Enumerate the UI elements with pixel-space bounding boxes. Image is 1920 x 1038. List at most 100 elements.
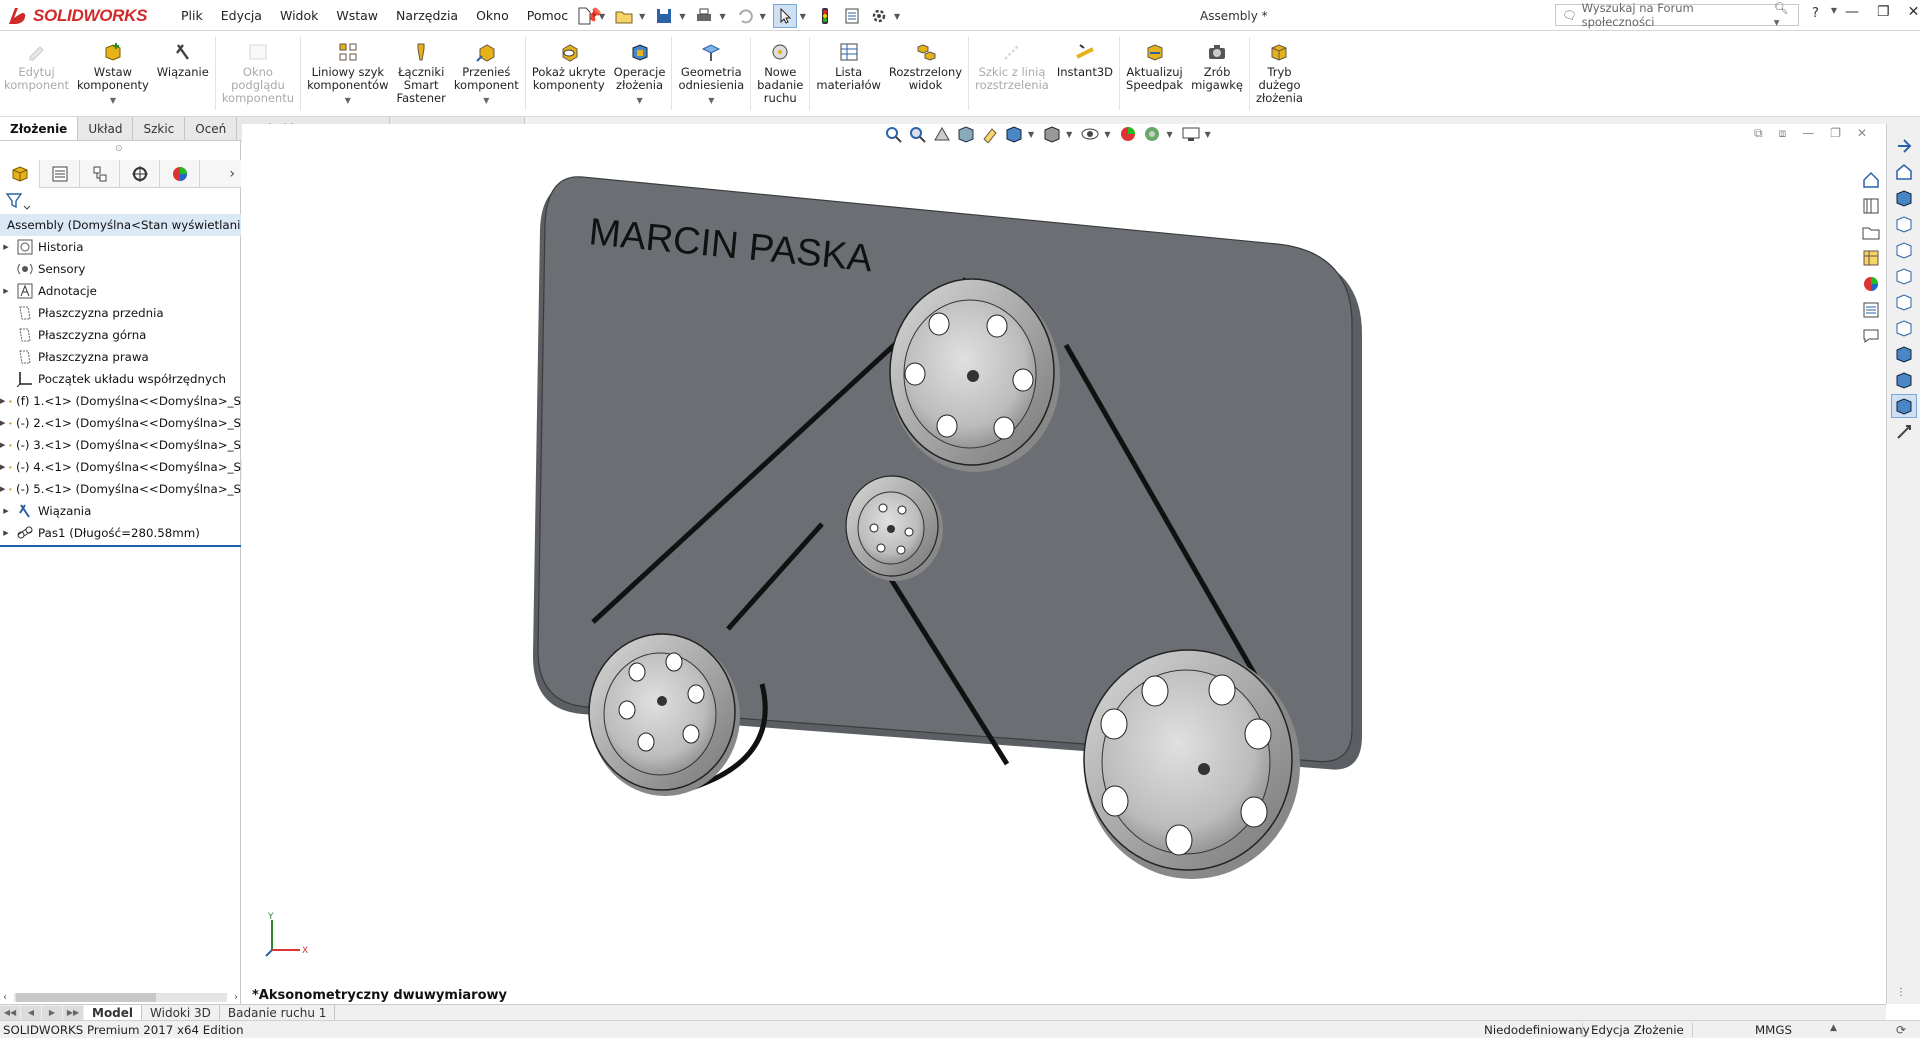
viewport-close-icon[interactable]: ✕: [1857, 126, 1867, 141]
scroll-right-icon[interactable]: ›: [234, 992, 238, 1003]
filter-icon[interactable]: [4, 191, 32, 211]
menu-widok[interactable]: Widok: [271, 8, 327, 23]
view-front-icon[interactable]: [1891, 212, 1917, 236]
edit-appearance-icon[interactable]: [1118, 125, 1138, 143]
expand-arrow-icon[interactable]: ▶: [0, 507, 12, 515]
chevron-down-icon[interactable]: ▼: [483, 94, 489, 107]
reference-triad[interactable]: Y X: [262, 910, 312, 960]
menu-wstaw[interactable]: Wstaw: [327, 8, 387, 23]
tree-item[interactable]: Płaszczyzna prawa: [0, 346, 241, 368]
rebuild-icon[interactable]: [813, 4, 837, 28]
tree-root-assembly[interactable]: Assembly (Domyślna<Stan wyświetlania-1>): [0, 214, 241, 236]
last-tab-icon[interactable]: ▶▶: [63, 1005, 83, 1020]
tree-item[interactable]: ▶ (-) 4.<1> (Domyślna<<Domyślna>_S: [0, 456, 241, 478]
tab-złożenie[interactable]: Złożenie: [0, 117, 79, 140]
task-pane-arrow-icon[interactable]: [1891, 134, 1917, 158]
tree-item[interactable]: Płaszczyzna górna: [0, 324, 241, 346]
file-properties-icon[interactable]: [840, 4, 864, 28]
custom-properties-icon[interactable]: [1858, 298, 1884, 322]
chevron-down-icon[interactable]: ▼: [636, 94, 642, 107]
ribbon-button-edit-component[interactable]: Edytuj komponent: [0, 31, 73, 117]
viewport-restore-icon[interactable]: ⧉: [1754, 126, 1763, 141]
view-right-icon[interactable]: [1891, 238, 1917, 262]
assembly-model-view[interactable]: MARCIN PASKA: [242, 124, 1886, 1004]
status-units[interactable]: MMGS: [1692, 1023, 1792, 1037]
help-menu[interactable]: ? ▼: [1812, 6, 1841, 21]
rollback-bar[interactable]: [0, 545, 241, 547]
tab-szkic[interactable]: Szkic: [133, 117, 186, 140]
ribbon-button-show-hidden[interactable]: Pokaż ukryte komponenty: [528, 31, 610, 117]
display-manager-tab-icon[interactable]: [160, 159, 200, 188]
dynamic-annotation-icon[interactable]: [980, 125, 1000, 143]
chevron-down-icon[interactable]: ▼: [345, 94, 351, 107]
expand-arrow-icon[interactable]: ▶: [0, 441, 5, 449]
bottom-tab-badanie-ruchu-1[interactable]: Badanie ruchu 1: [220, 1004, 336, 1021]
view-left-icon[interactable]: [1891, 264, 1917, 288]
solidworks-resources-icon[interactable]: [1891, 160, 1917, 184]
expand-arrow-icon[interactable]: ▶: [0, 397, 5, 405]
previous-view-icon[interactable]: [932, 125, 952, 143]
next-tab-icon[interactable]: ▶: [42, 1005, 62, 1020]
ribbon-button-bom[interactable]: Lista materiałów: [812, 31, 885, 117]
save-icon[interactable]: [652, 4, 676, 28]
help-icon[interactable]: ?: [1812, 6, 1819, 21]
ribbon-button-explode-line[interactable]: Szkic z linią rozstrzelenia: [971, 31, 1053, 117]
chevron-down-icon[interactable]: ▼: [110, 94, 116, 107]
view-isometric-icon[interactable]: [1891, 342, 1917, 366]
menu-okno[interactable]: Okno: [467, 8, 518, 23]
prev-tab-icon[interactable]: ◀: [21, 1005, 41, 1020]
expand-arrow-icon[interactable]: ▶: [0, 529, 12, 537]
zoom-to-area-icon[interactable]: [908, 125, 928, 143]
expand-arrow-icon[interactable]: ▶: [0, 485, 5, 493]
expand-arrow-icon[interactable]: ▶: [0, 463, 5, 471]
tab-oceń[interactable]: Oceń: [185, 117, 238, 140]
ribbon-button-large-assembly[interactable]: Tryb dużego złożenia: [1252, 31, 1307, 117]
dimxpert-tab-icon[interactable]: [120, 159, 160, 188]
tree-item[interactable]: ▶ (-) 5.<1> (Domyślna<<Domyślna>_S: [0, 478, 241, 500]
first-tab-icon[interactable]: ◀◀: [0, 1005, 20, 1020]
scroll-left-icon[interactable]: ‹: [3, 992, 7, 1003]
menu-narzedzia[interactable]: Narzędzia: [387, 8, 467, 23]
file-explorer-icon[interactable]: [1858, 220, 1884, 244]
expand-arrow-icon[interactable]: ▶: [0, 287, 12, 295]
view-palette-icon[interactable]: [1858, 246, 1884, 270]
ribbon-button-reference-geometry[interactable]: Geometria odniesienia ▼: [674, 31, 748, 117]
tree-item[interactable]: Płaszczyzna przednia: [0, 302, 241, 324]
tree-item[interactable]: ▶ Historia: [0, 236, 241, 258]
zoom-to-fit-icon[interactable]: [884, 125, 904, 143]
chevron-down-icon[interactable]: ▼: [708, 94, 714, 107]
view-orientation-icon[interactable]: [1004, 125, 1024, 143]
tab-układ[interactable]: Układ: [78, 117, 134, 140]
home-icon[interactable]: [1858, 168, 1884, 192]
ribbon-button-motion-study[interactable]: Nowe badanie ruchu: [753, 31, 807, 117]
expand-arrow-icon[interactable]: ▶: [0, 419, 5, 427]
tree-item[interactable]: ▶ (-) 2.<1> (Domyślna<<Domyślna>_S: [0, 412, 241, 434]
display-style-icon[interactable]: [1042, 125, 1062, 143]
bottom-tab-model[interactable]: Model: [84, 1004, 143, 1021]
menu-edycja[interactable]: Edycja: [212, 8, 271, 23]
appearances-icon[interactable]: [1858, 272, 1884, 296]
minimize-icon[interactable]: —: [1845, 4, 1859, 20]
view-settings-icon[interactable]: [1181, 125, 1201, 143]
ribbon-button-mate[interactable]: Wiązanie: [153, 31, 213, 117]
graphics-area[interactable]: MARCIN PASKA ▼ ▼ ▼ ▼ ▼ ⧉ ⧈ — ❐ ✕ Y X *Ak…: [242, 124, 1886, 1004]
select-pointer-icon[interactable]: [772, 4, 797, 28]
community-search-field[interactable]: 🗨 Wyszukaj na Forum społeczności 🔍︎▾: [1555, 1, 1799, 29]
viewport-maximize-icon[interactable]: ❐: [1830, 126, 1841, 141]
ribbon-button-instant3d[interactable]: Instant3D: [1053, 31, 1117, 117]
task-pane-expand-icon[interactable]: ⋮: [1896, 987, 1906, 998]
ribbon-button-insert-components[interactable]: Wstaw komponenty ▼: [73, 31, 153, 117]
tree-item[interactable]: ▶ Pas1 (Długość=280.58mm): [0, 522, 241, 544]
view-top-icon[interactable]: [1891, 186, 1917, 210]
manager-tabs-arrow-icon[interactable]: ›: [229, 166, 235, 182]
view-trimetric-icon[interactable]: [1891, 368, 1917, 392]
tree-item[interactable]: ▶ (f) 1.<1> (Domyślna<<Domyślna>_S: [0, 390, 241, 412]
close-window-icon[interactable]: ✕: [1908, 4, 1920, 20]
panel-grip-icon[interactable]: ⊙: [115, 144, 123, 154]
ribbon-button-speedpak[interactable]: Aktualizuj Speedpak: [1122, 31, 1187, 117]
help-caret-icon[interactable]: ▼: [1831, 6, 1837, 21]
menu-plik[interactable]: Plik: [172, 8, 212, 23]
expand-arrow-icon[interactable]: ▶: [0, 243, 12, 251]
tree-item[interactable]: ▶ Adnotacje: [0, 280, 241, 302]
view-dimetric-icon[interactable]: [1891, 394, 1917, 418]
